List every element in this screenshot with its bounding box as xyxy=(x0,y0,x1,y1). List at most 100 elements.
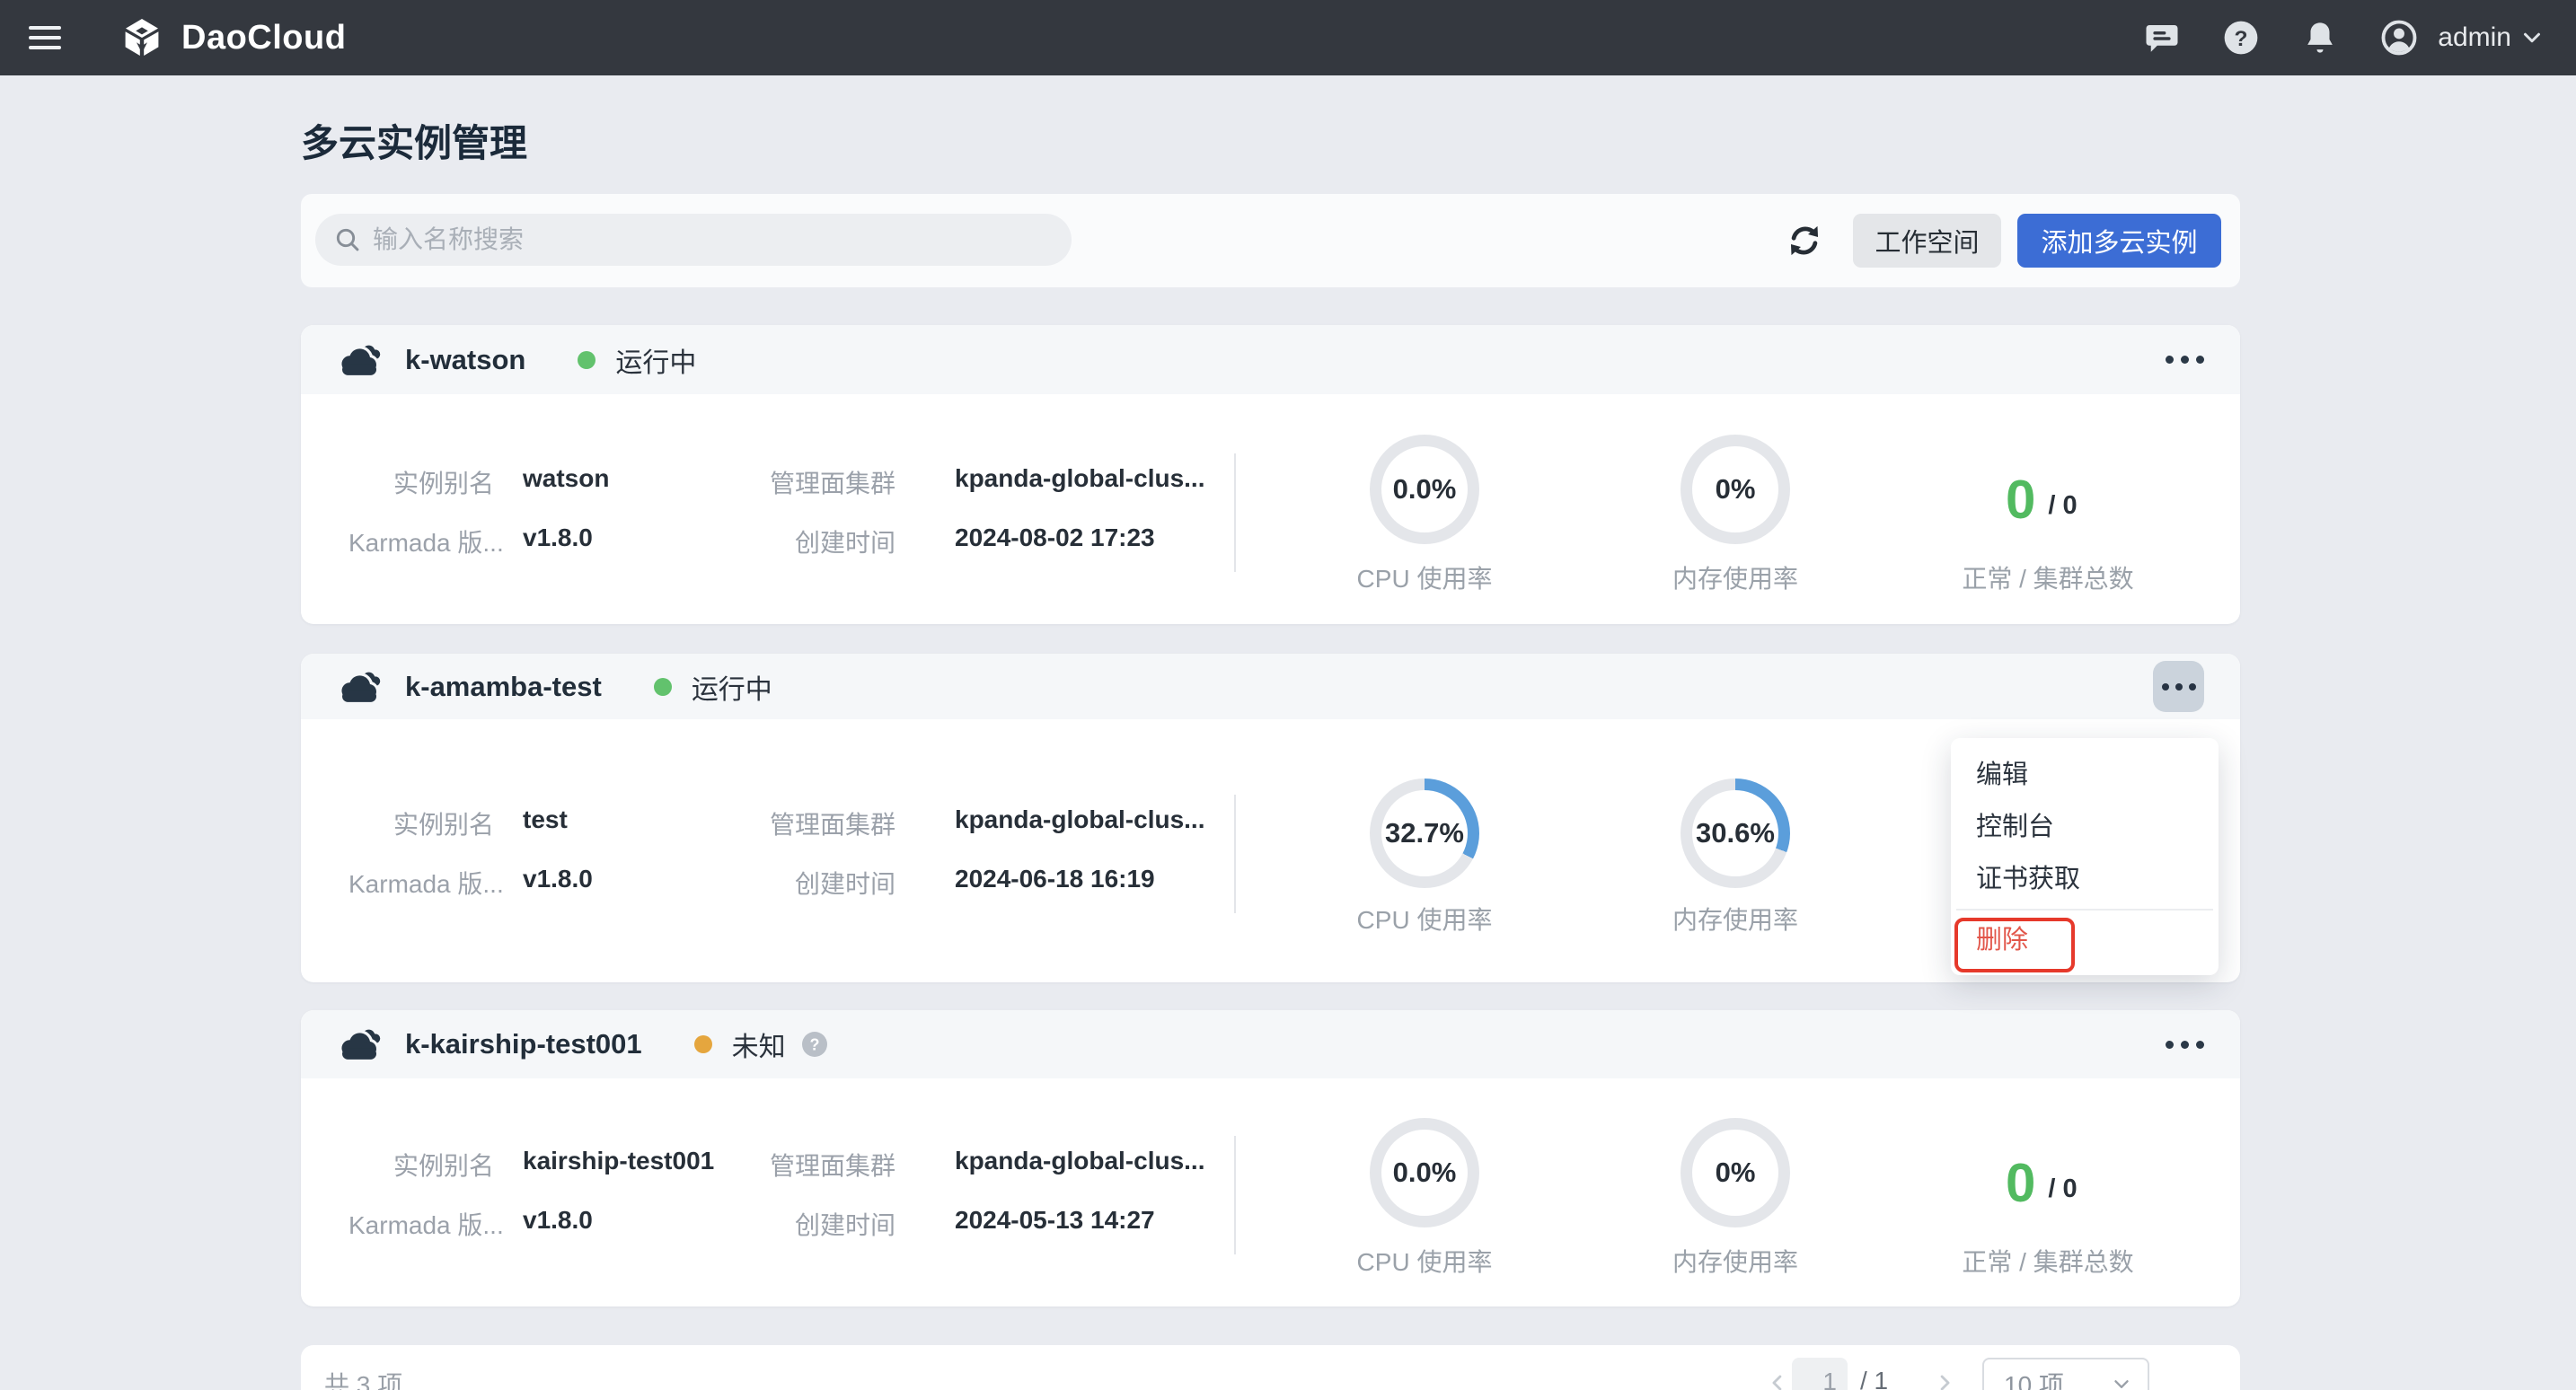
brand-name: DaoCloud xyxy=(181,19,346,57)
notifications-bell-icon[interactable] xyxy=(2301,19,2339,57)
brand[interactable]: DaoCloud xyxy=(120,0,346,75)
search-icon xyxy=(333,225,362,254)
cluster-count-label: 正常 / 集群总数 xyxy=(1922,1243,2174,1279)
mgmt-cluster-label: 管理面集群 xyxy=(750,1147,895,1183)
chat-icon[interactable] xyxy=(2143,19,2181,57)
instance-card: k-amamba-test 运行中 实例别名 test 管理面集群 kpanda… xyxy=(301,654,2240,982)
total-items-text: 共 3 项 xyxy=(324,1366,402,1390)
instance-card-header: k-watson 运行中 xyxy=(301,325,2240,394)
page-total-text: / 1 xyxy=(1860,1367,1888,1390)
app-root: DaoCloud ? xyxy=(0,0,2576,1390)
user-menu-chevron-down-icon[interactable] xyxy=(2519,19,2545,57)
username[interactable]: admin xyxy=(2438,22,2511,53)
karmada-version-label: Karmada 版... xyxy=(348,1206,494,1242)
menu-item-console[interactable]: 控制台 xyxy=(1951,801,2219,853)
menu-item-edit[interactable]: 编辑 xyxy=(1951,749,2219,801)
status-text: 运行中 xyxy=(615,340,696,380)
select-chevron-down-icon xyxy=(2110,1372,2133,1390)
mgmt-cluster-label: 管理面集群 xyxy=(750,464,895,500)
page-size-value: 10 项 xyxy=(2004,1366,2110,1390)
alias-value: test xyxy=(523,805,568,834)
cloud-icon xyxy=(337,670,382,704)
cloud-icon xyxy=(337,1027,382,1061)
menu-divider xyxy=(1956,909,2213,911)
instance-card: k-watson 运行中 实例别名 watson 管理面集群 kpanda-gl… xyxy=(301,325,2240,624)
card-actions-ellipsis-icon[interactable] xyxy=(2166,347,2204,373)
cpu-gauge: 32.7% xyxy=(1370,779,1479,888)
created-at-label: 创建时间 xyxy=(750,523,895,559)
cloud-icon xyxy=(337,343,382,377)
top-navbar: DaoCloud ? xyxy=(0,0,2576,75)
memory-gauge-label: 内存使用率 xyxy=(1610,901,1861,937)
menu-item-delete[interactable]: 删除 xyxy=(1951,914,2219,966)
divider xyxy=(1234,795,1236,913)
workspace-button[interactable]: 工作空间 xyxy=(1853,214,2001,268)
refresh-icon xyxy=(1785,221,1824,260)
created-at-value: 2024-06-18 16:19 xyxy=(955,865,1155,893)
instance-card: k-kairship-test001 未知 ? 实例别名 kairship-te… xyxy=(301,1010,2240,1306)
toolbar-panel: 工作空间 添加多云实例 xyxy=(301,194,2240,287)
status-dot xyxy=(654,678,672,696)
refresh-button[interactable] xyxy=(1783,219,1826,262)
card-actions-ellipsis-icon[interactable] xyxy=(2153,661,2204,712)
card-actions-ellipsis-icon[interactable] xyxy=(2166,1032,2204,1058)
instance-name[interactable]: k-watson xyxy=(405,344,525,376)
cluster-count: 0 / 0 xyxy=(2006,1157,2078,1210)
menu-item-certificate[interactable]: 证书获取 xyxy=(1951,853,2219,905)
status-dot xyxy=(694,1035,712,1053)
pagination-bar: 共 3 项 / 1 10 项 xyxy=(301,1345,2240,1390)
actions-dropdown-menu: 编辑 控制台 证书获取 删除 xyxy=(1951,738,2219,975)
instance-card-header: k-kairship-test001 未知 ? xyxy=(301,1010,2240,1078)
page-size-select[interactable]: 10 项 xyxy=(1982,1358,2149,1390)
created-at-value: 2024-08-02 17:23 xyxy=(955,523,1155,552)
memory-gauge-label: 内存使用率 xyxy=(1610,559,1861,595)
svg-text:?: ? xyxy=(2235,27,2248,51)
prev-page-chevron-left-icon[interactable] xyxy=(1765,1370,1790,1390)
daocloud-logo-icon xyxy=(120,16,163,59)
created-at-value: 2024-05-13 14:27 xyxy=(955,1206,1155,1235)
alias-label: 实例别名 xyxy=(348,805,494,841)
search-box[interactable] xyxy=(315,214,1072,266)
instance-name[interactable]: k-kairship-test001 xyxy=(405,1028,642,1060)
karmada-version-label: Karmada 版... xyxy=(348,865,494,901)
memory-gauge-label: 内存使用率 xyxy=(1610,1243,1861,1279)
mgmt-cluster-label: 管理面集群 xyxy=(750,805,895,841)
alias-label: 实例别名 xyxy=(348,464,494,500)
karmada-version-value: v1.8.0 xyxy=(523,523,593,552)
created-at-label: 创建时间 xyxy=(750,865,895,901)
help-icon[interactable]: ? xyxy=(2222,19,2260,57)
karmada-version-label: Karmada 版... xyxy=(348,523,494,559)
page-number-input[interactable] xyxy=(1792,1358,1848,1390)
next-page-chevron-right-icon[interactable] xyxy=(1932,1370,1957,1390)
status-help-icon[interactable]: ? xyxy=(800,1030,829,1059)
mgmt-cluster-value: kpanda-global-clus... xyxy=(955,805,1204,834)
cpu-gauge: 0.0% xyxy=(1370,1118,1479,1227)
cpu-gauge-label: CPU 使用率 xyxy=(1299,559,1550,595)
memory-gauge: 0% xyxy=(1681,435,1790,544)
karmada-version-value: v1.8.0 xyxy=(523,1206,593,1235)
search-input[interactable] xyxy=(373,225,1054,254)
navbar-actions: ? admin xyxy=(2102,0,2545,75)
avatar[interactable] xyxy=(2380,19,2418,57)
divider xyxy=(1234,453,1236,572)
alias-value: kairship-test001 xyxy=(523,1147,714,1175)
cluster-count: 0 / 0 xyxy=(2006,473,2078,527)
status-dot xyxy=(578,351,595,369)
cpu-gauge: 0.0% xyxy=(1370,435,1479,544)
cpu-gauge-label: CPU 使用率 xyxy=(1299,901,1550,937)
add-instance-button[interactable]: 添加多云实例 xyxy=(2017,214,2221,268)
cluster-count-label: 正常 / 集群总数 xyxy=(1922,559,2174,595)
divider xyxy=(1234,1136,1236,1254)
karmada-version-value: v1.8.0 xyxy=(523,865,593,893)
memory-gauge: 30.6% xyxy=(1681,779,1790,888)
instance-card-header: k-amamba-test 运行中 xyxy=(301,654,2240,719)
created-at-label: 创建时间 xyxy=(750,1206,895,1242)
cpu-gauge-label: CPU 使用率 xyxy=(1299,1243,1550,1279)
hamburger-menu-icon[interactable] xyxy=(29,22,65,54)
alias-label: 实例别名 xyxy=(348,1147,494,1183)
alias-value: watson xyxy=(523,464,609,493)
mgmt-cluster-value: kpanda-global-clus... xyxy=(955,1147,1204,1175)
mgmt-cluster-value: kpanda-global-clus... xyxy=(955,464,1204,493)
status-text: 运行中 xyxy=(692,667,772,707)
instance-name[interactable]: k-amamba-test xyxy=(405,671,602,703)
